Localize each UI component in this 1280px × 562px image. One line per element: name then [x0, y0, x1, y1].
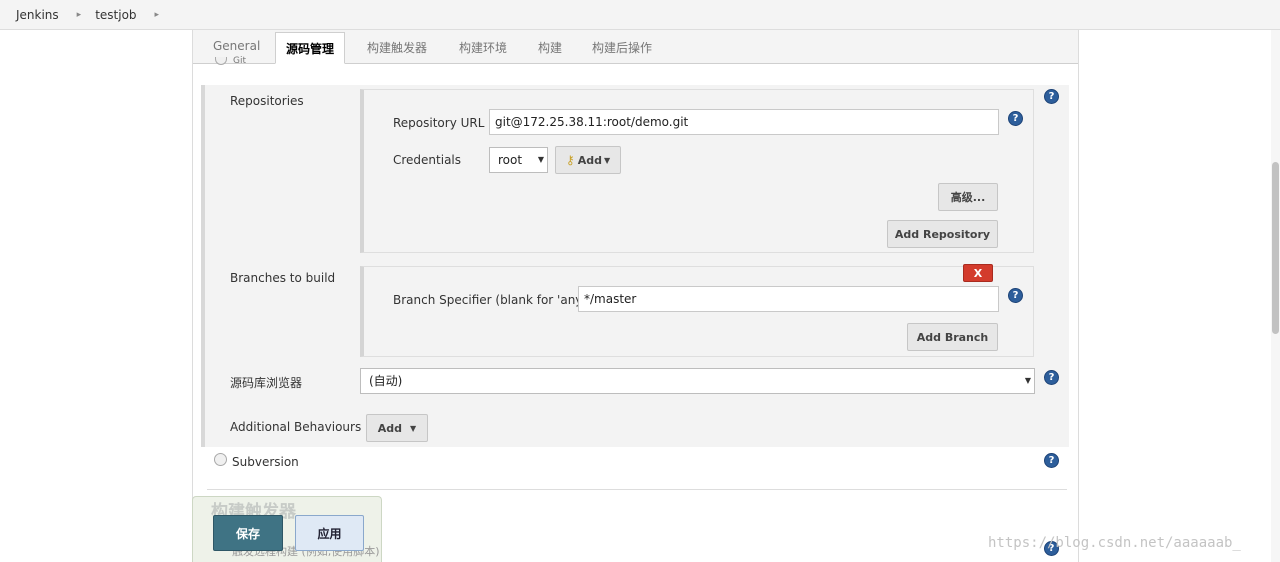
- key-icon: ⚷: [565, 153, 575, 167]
- breadcrumb-arrow-icon[interactable]: ▸: [155, 10, 160, 20]
- dropdown-arrow-icon: ▼: [1024, 376, 1031, 385]
- apply-button[interactable]: 应用: [295, 515, 364, 551]
- breadcrumb: Jenkins ▸ testjob ▸: [0, 0, 1280, 30]
- additional-behaviours-label: Additional Behaviours: [230, 420, 362, 434]
- add-branch-button[interactable]: Add Branch: [907, 323, 998, 351]
- credentials-label: Credentials: [393, 153, 462, 167]
- watermark-text: https://blog.csdn.net/aaaaaab_: [988, 535, 1241, 551]
- help-icon[interactable]: ?: [1008, 111, 1023, 126]
- credentials-value: root: [498, 153, 523, 167]
- add-credentials-button[interactable]: ⚷ Add ▼: [555, 146, 621, 174]
- config-panel: General 源码管理 构建触发器 构建环境 构建 构建后操作 Git Rep…: [192, 30, 1079, 562]
- tab-scm[interactable]: 源码管理: [275, 32, 346, 64]
- subversion-radio[interactable]: [214, 453, 227, 466]
- branch-specifier-input[interactable]: */master: [578, 286, 999, 312]
- tab-general[interactable]: General: [213, 39, 260, 53]
- add-behaviour-button[interactable]: Add ▼: [366, 414, 428, 442]
- scrollbar-thumb[interactable]: [1272, 162, 1279, 334]
- tab-build-environment[interactable]: 构建环境: [459, 39, 507, 56]
- repository-browser-select[interactable]: (自动) ▼: [360, 368, 1035, 394]
- add-repository-button[interactable]: Add Repository: [887, 220, 998, 248]
- add-behaviour-label: Add: [377, 421, 403, 435]
- divider: [207, 489, 1067, 490]
- branches-label: Branches to build: [230, 271, 336, 285]
- tab-build-triggers[interactable]: 构建触发器: [367, 39, 427, 56]
- subversion-label: Subversion: [232, 455, 299, 469]
- repositories-label: Repositories: [230, 94, 304, 108]
- repository-url-input[interactable]: git@172.25.38.11:root/demo.git: [489, 109, 999, 135]
- credentials-select[interactable]: root ▼: [489, 147, 548, 173]
- page-scrollbar[interactable]: [1271, 30, 1280, 562]
- tab-build[interactable]: 构建: [538, 39, 562, 56]
- tab-post-build[interactable]: 构建后操作: [592, 39, 652, 56]
- help-icon[interactable]: ?: [1044, 453, 1059, 468]
- delete-branch-button[interactable]: X: [963, 264, 993, 282]
- save-button[interactable]: 保存: [213, 515, 283, 551]
- branch-specifier-label: Branch Specifier (blank for 'any'): [393, 293, 591, 307]
- breadcrumb-testjob[interactable]: testjob: [81, 8, 136, 22]
- help-icon[interactable]: ?: [1008, 288, 1023, 303]
- dropdown-arrow-icon: ▼: [410, 423, 417, 433]
- repository-browser-label: 源码库浏览器: [230, 376, 303, 390]
- help-icon[interactable]: ?: [1044, 89, 1059, 104]
- advanced-button[interactable]: 高级...: [938, 183, 998, 211]
- dropdown-arrow-icon: ▼: [603, 155, 611, 165]
- help-icon[interactable]: ?: [1044, 370, 1059, 385]
- repository-url-label: Repository URL: [393, 116, 485, 130]
- dropdown-arrow-icon: ▼: [537, 155, 544, 164]
- git-option-label: Git: [233, 56, 247, 64]
- tab-bar: General 源码管理 构建触发器 构建环境 构建 构建后操作: [193, 30, 1078, 64]
- add-credentials-label: Add: [577, 153, 602, 167]
- repository-browser-value: (自动): [369, 374, 403, 388]
- breadcrumb-jenkins[interactable]: Jenkins: [0, 8, 59, 22]
